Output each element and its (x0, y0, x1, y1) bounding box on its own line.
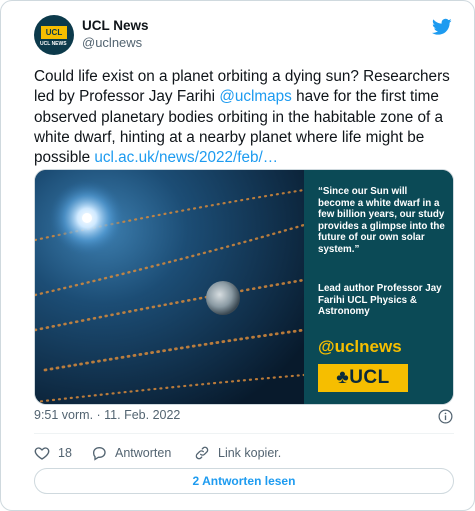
heart-icon (34, 447, 50, 460)
divider (34, 433, 454, 434)
account-names: UCL News @uclnews (82, 18, 149, 51)
ucl-logo: ♣UCL (318, 364, 408, 392)
action-bar: 18 Antworten Link kopier. (34, 443, 454, 463)
twitter-bird-icon[interactable] (432, 18, 452, 36)
mention-link[interactable]: @uclmaps (219, 88, 292, 105)
space-illustration (35, 170, 304, 404)
reply-label: Antworten (115, 446, 172, 460)
quote-text: “Since our Sun will become a white dwarf… (318, 186, 445, 255)
article-link[interactable]: ucl.ac.uk/news/2022/feb/… (94, 149, 278, 166)
tweet-media-image[interactable]: “Since our Sun will become a white dwarf… (34, 169, 454, 405)
avatar[interactable]: UCL UCL NEWS (34, 15, 74, 55)
quote-panel: “Since our Sun will become a white dwarf… (304, 170, 453, 404)
copy-link-button[interactable]: Link kopier. (194, 443, 281, 463)
read-replies-button[interactable]: 2 Antworten lesen (34, 468, 454, 494)
info-icon[interactable] (438, 409, 453, 424)
quote-attribution: Lead author Professor Jay Farihi UCL Phy… (318, 283, 442, 318)
avatar-subtext: UCL NEWS (40, 41, 67, 47)
brand-handle: @uclnews (318, 337, 402, 356)
account-handle[interactable]: @uclnews (82, 35, 149, 51)
reply-bubble-icon (92, 446, 106, 461)
tweet-timestamp[interactable]: 9:51 vorm. · 11. Feb. 2022 (34, 408, 180, 422)
tweet-card: UCL UCL NEWS UCL News @uclnews Could lif… (0, 0, 475, 511)
display-name[interactable]: UCL News (82, 18, 149, 34)
link-icon (195, 446, 209, 460)
avatar-badge: UCL (41, 26, 67, 39)
like-count: 18 (58, 446, 72, 460)
reply-button[interactable]: Antworten (91, 443, 171, 463)
like-button[interactable]: 18 (34, 443, 72, 463)
copy-link-label: Link kopier. (218, 446, 282, 460)
tweet-header: UCL UCL NEWS UCL News @uclnews (34, 15, 454, 55)
tweet-text: Could life exist on a planet orbiting a … (34, 67, 454, 168)
